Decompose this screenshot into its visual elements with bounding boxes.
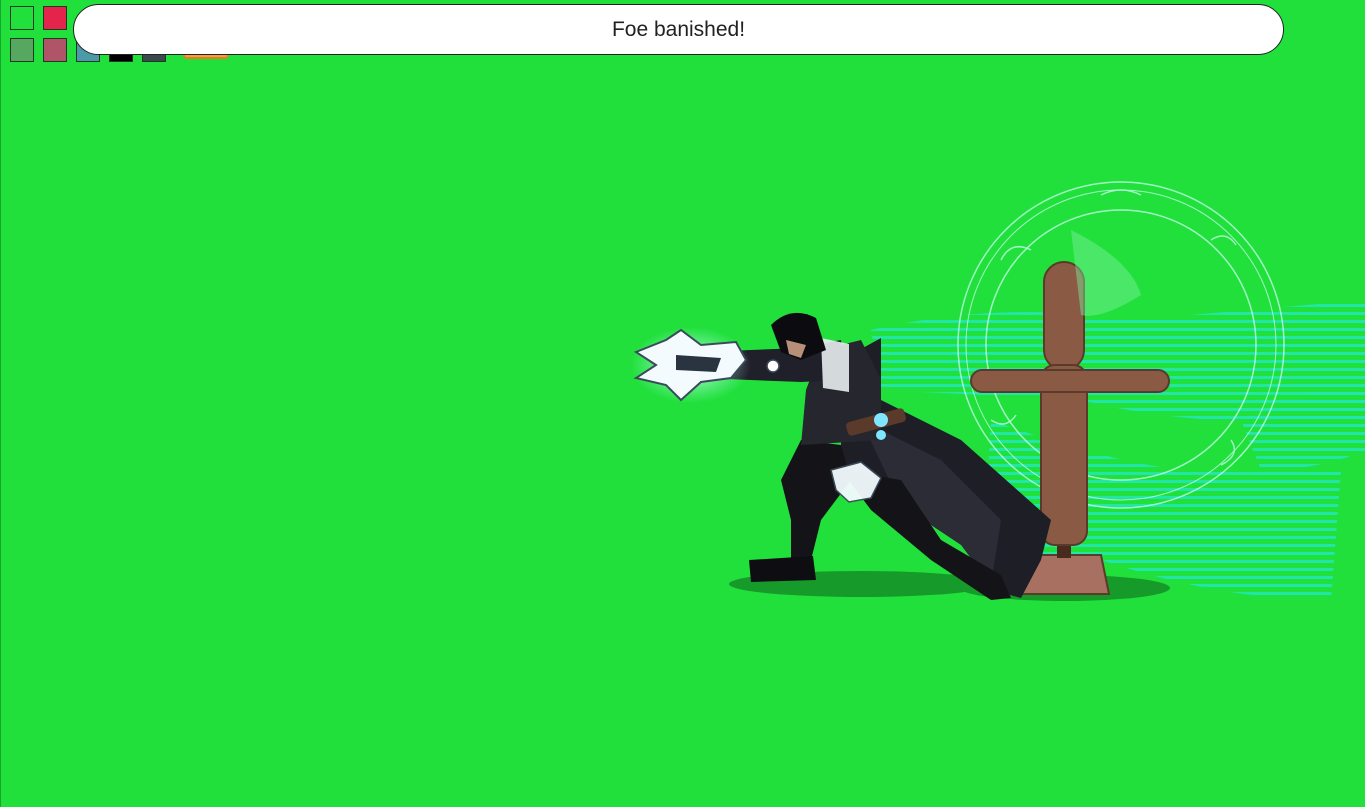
- toast-message: Foe banished!: [611, 17, 746, 41]
- game-stage[interactable]: Foe banished!: [0, 0, 1365, 807]
- battle-scene: [631, 181, 1365, 601]
- notification-toast: Foe banished!: [73, 4, 1284, 55]
